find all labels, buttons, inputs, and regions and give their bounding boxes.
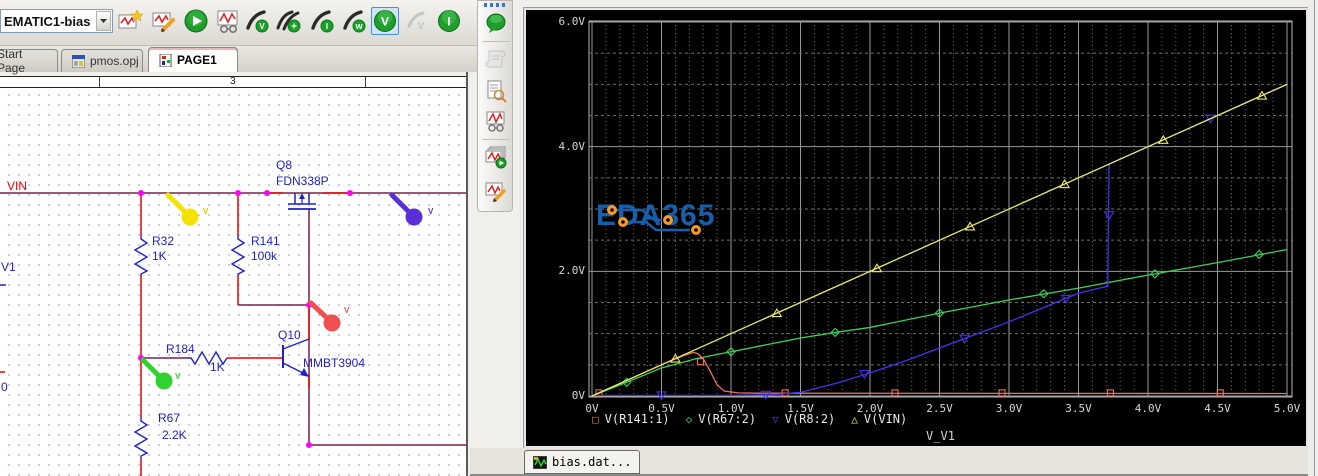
new-simulation-profile-button[interactable] [116, 7, 144, 35]
orcad-pspice-window: EMATIC1-bias V + I W V V I Start Page pm… [0, 0, 1318, 476]
simulation-profile-value: EMATIC1-bias [4, 13, 91, 29]
voltage-probe-purple[interactable] [389, 192, 423, 226]
view-netlist-button[interactable] [482, 77, 510, 105]
view-simulation-results-side-button[interactable] [482, 107, 510, 135]
enable-bias-current-display-button[interactable]: I [435, 7, 463, 35]
bias-voltage-letter: V [381, 15, 389, 29]
schematic-ruler: 3 [0, 76, 466, 88]
window-right-edge [1308, 0, 1318, 476]
side-toolbar [477, 0, 513, 212]
edit-simulation-profile-button[interactable] [150, 7, 178, 35]
script-button[interactable] [482, 45, 510, 73]
x-tick-label: 3.5V [1065, 402, 1092, 415]
net-label-vin: VIN [7, 179, 28, 193]
power-marker-badge: W [355, 22, 363, 31]
r67-ref: R67 [158, 411, 181, 425]
voltage-differential-marker-button[interactable]: + [275, 7, 303, 35]
x-tick-label: 4.0V [1134, 402, 1162, 415]
schematic-window-border [466, 72, 468, 476]
tab-page1[interactable]: PAGE1 [148, 47, 238, 72]
x-tick-label: 0.5V [648, 402, 675, 415]
power-marker-button[interactable]: W [340, 7, 368, 35]
legend-marker: ▽ [772, 412, 779, 426]
combo-dropdown-arrow[interactable] [96, 11, 111, 31]
marker-square [696, 358, 704, 366]
q8-value: FDN338P [276, 174, 329, 188]
diff-marker-badge: + [291, 22, 297, 33]
x-tick-label: 1.5V [787, 402, 814, 415]
bias-voltage-dim-letter: V [418, 21, 425, 32]
plot-tab-strip: bias.dat... [470, 448, 1318, 476]
source-zero-label: 0 [1, 380, 8, 394]
x-tick-label: 1.0V [717, 402, 745, 415]
voltage-marker-badge: V [259, 22, 265, 31]
schematic-page-icon [159, 53, 172, 67]
voltage-marker-button[interactable]: V [243, 7, 271, 35]
run-simulation-side-button[interactable] [482, 143, 510, 171]
r67-value: 2.2K [162, 428, 187, 442]
r32-value: 1K [152, 249, 167, 263]
y-tick-label: 6.0V [558, 15, 586, 29]
tab-start-page-label: Start Page [0, 47, 26, 75]
run-pspice-button[interactable] [182, 7, 210, 35]
x-tick-label: 5.0V [1273, 402, 1301, 415]
voltage-probe-red[interactable] [308, 300, 341, 332]
y-tick-label: 2.0V [558, 264, 586, 278]
plot-area[interactable]: EDA365 □ V(R141:1) ◇ V(R67:2) ▽ V(R8:2) △ V(VIN… [526, 10, 1306, 446]
tab-page1-label: PAGE1 [177, 53, 217, 67]
q10-value: MMBT3904 [303, 356, 366, 370]
x-tick-label: 2.5V [926, 402, 953, 415]
q10-ref: Q10 [278, 328, 301, 342]
probe-label-purple: V [428, 207, 434, 216]
watermark-logo [607, 205, 701, 235]
probe-plot-window: EDA365 □ V(R141:1) ◇ V(R67:2) ▽ V(R8:2) △ V(VIN… [523, 7, 1309, 449]
q8-ref: Q8 [276, 158, 293, 172]
bias-current-letter: I [447, 15, 450, 29]
x-axis-title: V_V1 [926, 429, 955, 443]
project-window-icon [71, 54, 86, 68]
tab-pmos-opj-label: pmos.opj [90, 54, 139, 68]
y-tick-label: 0V [571, 389, 585, 402]
r184-ref: R184 [166, 342, 195, 356]
dat-file-icon [533, 455, 547, 469]
voltage-probe-green[interactable] [140, 357, 173, 390]
source-ref-v1: V1 [1, 260, 16, 274]
legend-marker: ◇ [685, 412, 693, 426]
x-tick-label: 0V [585, 402, 599, 415]
edit-profile-side-button[interactable] [482, 177, 510, 205]
schematic-canvas[interactable] [0, 88, 466, 476]
r184-value: 1K [210, 360, 225, 374]
watermark: EDA365 [596, 198, 715, 235]
toggle-bias-voltage-selected-button[interactable]: V [403, 7, 431, 35]
current-marker-button[interactable]: I [308, 7, 336, 35]
probe-label-yellow: V [203, 207, 209, 216]
tab-pmos-opj[interactable]: pmos.opj [61, 49, 143, 72]
r141-ref: R141 [251, 234, 280, 248]
y-tick-label: 4.0V [558, 139, 586, 153]
enable-bias-voltage-display-button[interactable]: V [371, 7, 399, 35]
document-tab-bar: Start Page pmos.opj PAGE1 [0, 46, 478, 75]
ruler-zone-label: 3 [230, 76, 236, 87]
voltage-probe-yellow[interactable] [165, 192, 199, 226]
x-tick-label: 4.5V [1204, 402, 1231, 415]
r141-value: 100k [251, 249, 278, 263]
tab-start-page[interactable]: Start Page [0, 47, 58, 75]
tab-bias-dat-label: bias.dat... [552, 455, 632, 469]
main-toolbar: EMATIC1-bias V + I W V V I [0, 0, 478, 46]
comment-balloon-button[interactable] [482, 9, 510, 37]
x-tick-label: 3.0V [995, 402, 1023, 415]
schematic-drawing [0, 190, 466, 476]
x-tick-label: 2.0V [856, 402, 884, 415]
r32-ref: R32 [152, 234, 175, 248]
tab-bias-dat[interactable]: bias.dat... [524, 450, 641, 474]
simulation-profile-combo[interactable]: EMATIC1-bias [0, 9, 113, 33]
view-simulation-results-button[interactable] [214, 7, 242, 35]
probe-label-green: V [175, 372, 181, 381]
current-marker-badge: I [326, 22, 328, 31]
probe-label-red: V [344, 306, 350, 315]
toolbar-drag-handle[interactable] [484, 3, 508, 7]
